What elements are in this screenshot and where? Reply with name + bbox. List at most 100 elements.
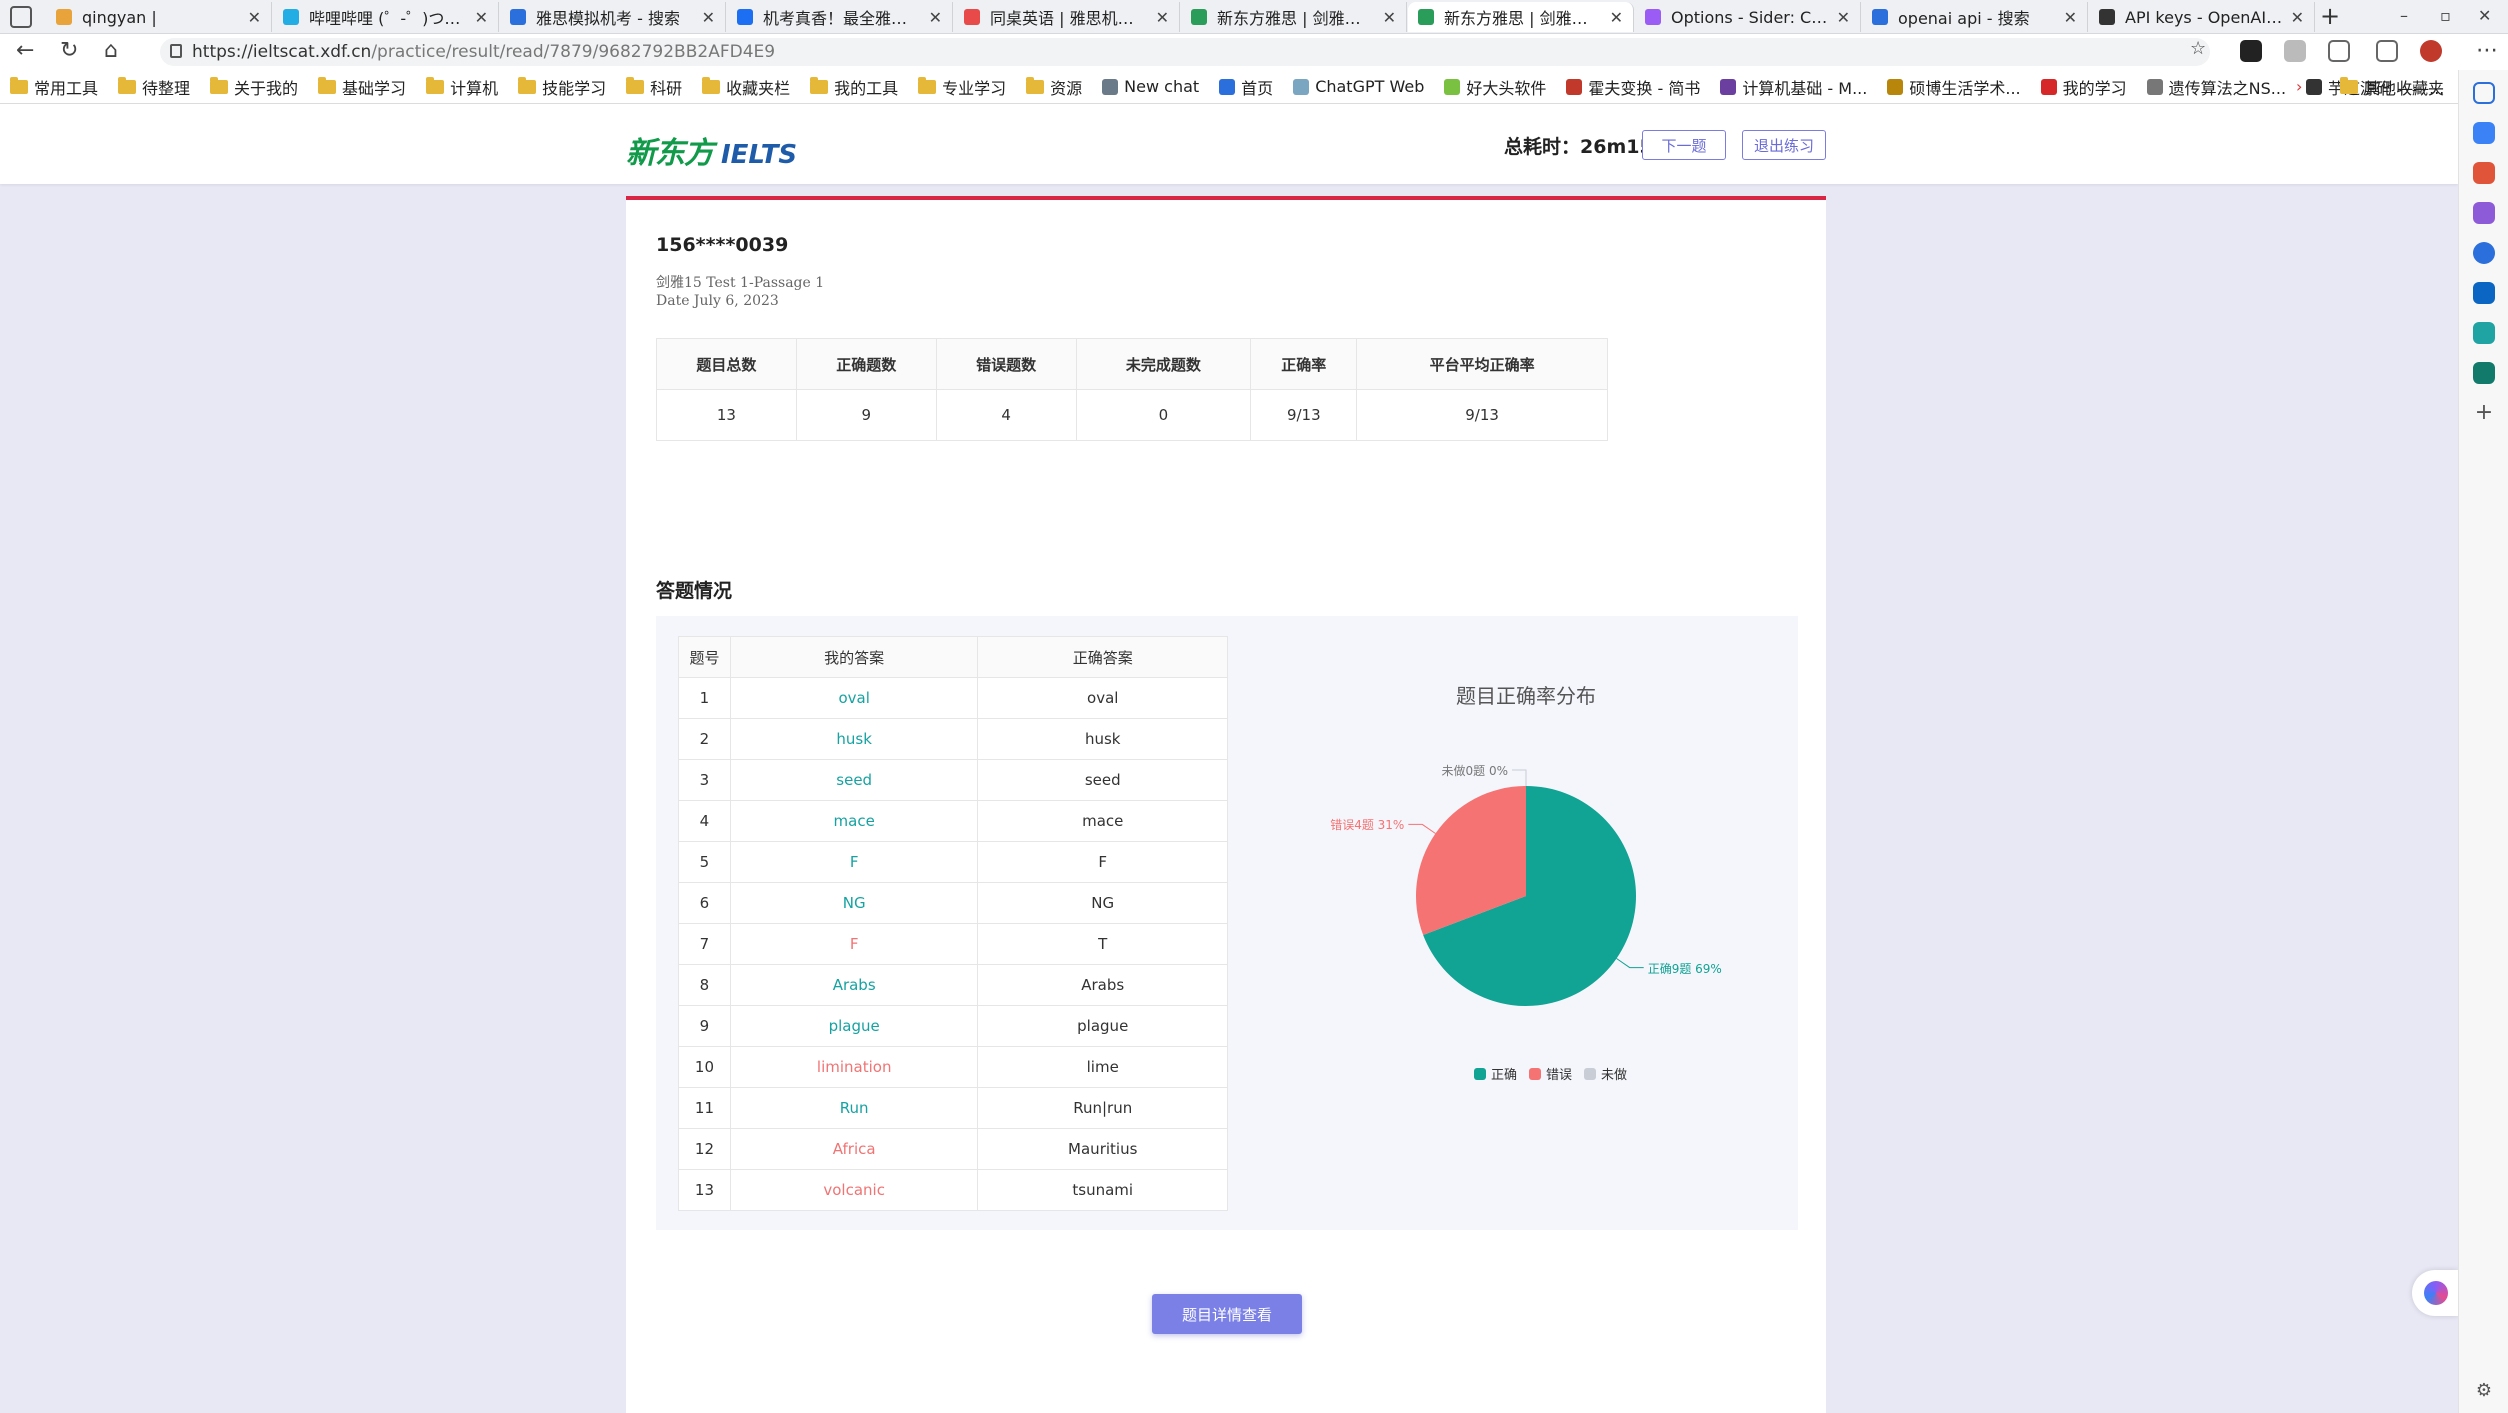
office-icon[interactable] — [2473, 242, 2495, 264]
tab-close-icon[interactable]: ✕ — [1383, 8, 1396, 27]
tab-close-icon[interactable]: ✕ — [929, 8, 942, 27]
correct-answer: husk — [977, 718, 1228, 760]
tab-close-icon[interactable]: ✕ — [1610, 8, 1623, 27]
legend-item[interactable]: 正确 — [1474, 1064, 1517, 1083]
app-icon[interactable] — [2473, 362, 2495, 384]
more-menu-icon[interactable]: ⋯ — [2476, 38, 2498, 63]
home-icon[interactable]: ⌂ — [104, 38, 118, 63]
question-number: 4 — [678, 800, 731, 842]
bookmark-item[interactable]: 资源 — [1026, 75, 1082, 99]
exit-practice-button[interactable]: 退出练习 — [1742, 130, 1826, 160]
reload-icon[interactable]: ↻ — [60, 38, 78, 63]
next-question-button[interactable]: 下一题 — [1642, 130, 1726, 160]
answer-row: 1 oval oval — [678, 677, 1228, 719]
search-icon[interactable] — [2473, 82, 2495, 104]
tab-title: 同桌英语 | 雅思机考_剑 — [990, 9, 1148, 28]
my-answer: volcanic — [729, 1169, 979, 1211]
health-icon[interactable] — [2376, 40, 2398, 62]
bookmark-item[interactable]: ChatGPT Web — [1293, 77, 1424, 96]
site-icon — [1887, 78, 1904, 95]
bookmark-item[interactable]: 基础学习 — [318, 75, 406, 99]
bookmark-item[interactable]: 计算机 — [426, 75, 498, 99]
tab-close-icon[interactable]: ✕ — [1156, 8, 1169, 27]
bookmark-item[interactable]: 硕博生活学术... — [1887, 75, 2021, 99]
send-icon[interactable] — [2473, 322, 2495, 344]
chevron-right-icon[interactable]: › — [2296, 77, 2302, 96]
browser-tab[interactable]: 新东方雅思 | 剑雅阅读练 ✕ — [1181, 2, 1407, 32]
browser-tab[interactable]: 哔哩哔哩 (゜-゜)つロ 干杯 ✕ — [273, 2, 499, 32]
legend-item[interactable]: 未做 — [1584, 1064, 1627, 1083]
correct-answer: Arabs — [977, 964, 1228, 1006]
bookmark-item[interactable]: 专业学习 — [918, 75, 1006, 99]
bookmark-item[interactable]: 我的工具 — [810, 75, 898, 99]
tab-close-icon[interactable]: ✕ — [248, 8, 261, 27]
tag-icon[interactable] — [2473, 122, 2495, 144]
toolbox-icon[interactable] — [2473, 162, 2495, 184]
summary-value: 9/13 — [1250, 389, 1358, 441]
bookmark-item[interactable]: New chat — [1102, 77, 1199, 96]
question-number: 10 — [678, 1046, 731, 1088]
site-icon — [1102, 78, 1119, 95]
correct-answer: mace — [977, 800, 1228, 842]
other-bookmarks[interactable]: 其他收藏夹 — [2340, 75, 2444, 99]
tab-title: 机考真香！最全雅思机考 — [763, 9, 921, 28]
legend-label: 正确 — [1491, 1068, 1518, 1083]
z-extension-icon[interactable] — [2284, 40, 2306, 62]
answer-row: 4 mace mace — [678, 800, 1228, 842]
browser-tab[interactable]: 雅思模拟机考 - 搜索 ✕ — [500, 2, 726, 32]
folder-icon — [10, 76, 28, 94]
browser-tab[interactable]: API keys - OpenAI API ✕ — [2089, 2, 2315, 32]
tab-close-icon[interactable]: ✕ — [2064, 8, 2077, 27]
tab-close-icon[interactable]: ✕ — [702, 8, 715, 27]
settings-gear-icon[interactable]: ⚙ — [2473, 1380, 2495, 1402]
browser-tab[interactable]: 新东方雅思 | 剑雅练习结 ✕ — [1408, 2, 1634, 32]
bookmark-label: New chat — [1124, 77, 1200, 96]
bookmark-item[interactable]: 霍夫变换 - 简书 — [1566, 75, 1700, 99]
games-icon[interactable] — [2473, 202, 2495, 224]
summary-header: 错误题数 — [935, 338, 1077, 390]
view-details-button[interactable]: 题目详情查看 — [1152, 1294, 1302, 1334]
close-window-icon[interactable]: ✕ — [2478, 6, 2491, 25]
bookmark-item[interactable]: 好大头软件 — [1444, 75, 1546, 99]
bookmark-item[interactable]: 科研 — [626, 75, 682, 99]
bookmark-item[interactable]: 首页 — [1219, 75, 1273, 99]
back-icon[interactable]: ← — [16, 38, 34, 63]
profile-avatar[interactable] — [2420, 40, 2442, 62]
answers-panel: 题号 我的答案 正确答案 1 oval oval 2 husk husk 3 seed seed 4 m… — [656, 616, 1798, 1230]
outlook-icon[interactable] — [2473, 282, 2495, 304]
legend-item[interactable]: 错误 — [1529, 1064, 1572, 1083]
favorite-star-icon[interactable]: ☆ — [2190, 38, 2206, 59]
browser-tab[interactable]: 同桌英语 | 雅思机考_剑 ✕ — [954, 2, 1180, 32]
browser-tab[interactable]: Options - Sider: ChatGPT ✕ — [1635, 2, 1861, 32]
url-field[interactable]: https://ieltscat.xdf.cn/practice/result/… — [160, 38, 2210, 66]
add-icon[interactable]: + — [2473, 402, 2495, 424]
restore-icon[interactable]: ▫ — [2440, 6, 2451, 25]
bookmark-item[interactable]: 待整理 — [118, 75, 190, 99]
tab-close-icon[interactable]: ✕ — [2291, 8, 2304, 27]
bookmark-item[interactable]: 遗传算法之NS... — [2146, 75, 2286, 99]
extension-icon[interactable] — [2240, 40, 2262, 62]
extensions-puzzle-icon[interactable] — [2328, 40, 2350, 62]
my-answer: mace — [729, 800, 979, 842]
sider-float-button[interactable] — [2412, 1270, 2458, 1316]
new-tab-button[interactable]: + — [2320, 2, 2340, 30]
bookmark-item[interactable]: 我的学习 — [2040, 75, 2127, 99]
question-number: 3 — [678, 759, 731, 801]
browser-tab[interactable]: qingyan | ✕ — [46, 2, 272, 32]
tab-close-icon[interactable]: ✕ — [1837, 8, 1850, 27]
other-bookmarks-label: 其他收藏夹 — [2364, 78, 2445, 98]
tab-close-icon[interactable]: ✕ — [475, 8, 488, 27]
browser-tab[interactable]: 机考真香！最全雅思机考 ✕ — [727, 2, 953, 32]
browser-tab[interactable]: openai api - 搜索 ✕ — [1862, 2, 2088, 32]
bookmark-item[interactable]: 收藏夹栏 — [702, 75, 790, 99]
bookmark-item[interactable]: 关于我的 — [210, 75, 298, 99]
bookmark-item[interactable]: 技能学习 — [518, 75, 606, 99]
tab-actions-icon[interactable] — [10, 6, 32, 28]
bookmark-label: 基础学习 — [342, 78, 407, 98]
bookmark-item[interactable]: 常用工具 — [10, 75, 98, 99]
minimize-icon[interactable]: – — [2400, 6, 2408, 25]
pie-data-label: 正确9题 69% — [1647, 961, 1722, 976]
bookmark-label: 专业学习 — [942, 78, 1007, 98]
xdf-ielts-logo[interactable]: 新东方 IELTS — [626, 128, 797, 172]
bookmark-item[interactable]: 计算机基础 - M... — [1720, 75, 1867, 99]
